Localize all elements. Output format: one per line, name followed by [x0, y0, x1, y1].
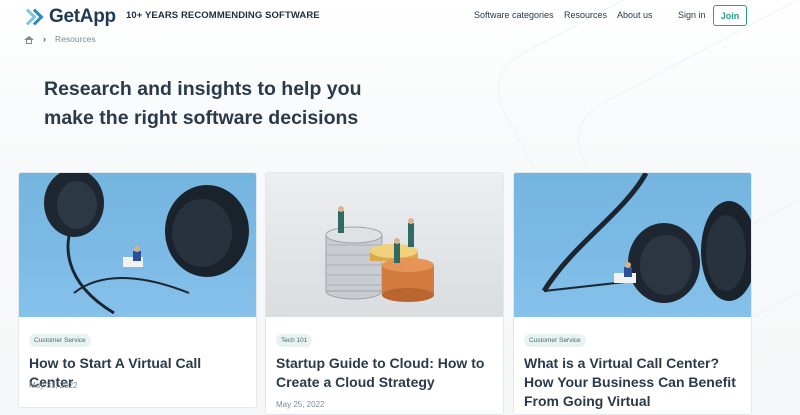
- nav-software-categories[interactable]: Software categories: [474, 10, 554, 20]
- getapp-logo-icon: [19, 8, 48, 26]
- article-card[interactable]: Tech 101 Startup Guide to Cloud: How to …: [265, 172, 504, 415]
- headline-line-2: make the right software decisions: [44, 107, 359, 129]
- headset-image[interactable]: [19, 173, 256, 317]
- sign-in-link[interactable]: Sign in: [678, 10, 706, 20]
- category-badge[interactable]: Customer Service: [29, 334, 91, 347]
- article-card[interactable]: Customer Service How to Start A Virtual …: [18, 172, 257, 408]
- chevron-right-icon: ›: [43, 34, 46, 44]
- headline-line-1: Research and insights to help you: [44, 78, 362, 100]
- card-title[interactable]: Startup Guide to Cloud: How to Create a …: [276, 354, 496, 392]
- home-icon[interactable]: [24, 35, 34, 44]
- card-title[interactable]: What is a Virtual Call Center? How Your …: [524, 354, 744, 411]
- category-badge[interactable]: Tech 101: [276, 334, 313, 347]
- tagline: 10+ YEARS RECOMMENDING SOFTWARE: [126, 10, 320, 21]
- logo-text: GetApp: [49, 6, 116, 27]
- join-button[interactable]: Join: [713, 5, 747, 26]
- breadcrumb: › Resources: [24, 34, 96, 44]
- card-date: May 25, 2022: [276, 400, 325, 409]
- breadcrumb-resources[interactable]: Resources: [55, 34, 96, 44]
- nav-about-us[interactable]: About us: [617, 10, 653, 20]
- page-headline: Research and insights to help you make t…: [44, 75, 374, 133]
- category-badge[interactable]: Customer Service: [524, 334, 586, 347]
- card-date: May 31, 2022: [29, 381, 78, 390]
- nav-resources[interactable]: Resources: [564, 10, 607, 20]
- site-header: GetApp 10+ YEARS RECOMMENDING SOFTWARE S…: [0, 0, 800, 32]
- headset-image[interactable]: [514, 173, 751, 317]
- coin-stacks-image[interactable]: [266, 173, 503, 317]
- article-card[interactable]: Customer Service What is a Virtual Call …: [513, 172, 752, 415]
- getapp-logo[interactable]: GetApp: [19, 6, 116, 28]
